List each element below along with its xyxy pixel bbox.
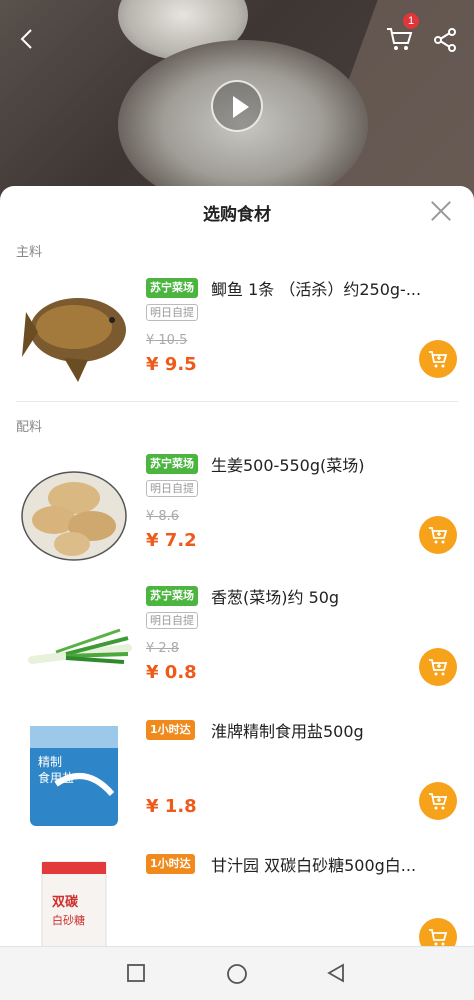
svg-text:白砂糖: 白砂糖: [52, 913, 85, 927]
pickup-badge: 明日自提: [146, 304, 198, 321]
cart-icon[interactable]: [385, 26, 413, 56]
add-to-cart-button[interactable]: [419, 782, 457, 820]
store-tag: 苏宁菜场: [146, 586, 198, 606]
add-to-cart-button[interactable]: [419, 648, 457, 686]
original-price: ¥ 2.8: [146, 641, 180, 656]
system-nav-bar: [0, 946, 474, 1000]
list-item[interactable]: 精制 食用盐 1小时达 淮牌精制食用盐500g ¥ 1.8: [0, 720, 474, 850]
list-item[interactable]: 苏宁菜场 生姜500-550g(菜场) 明日自提 ¥ 8.6 ¥ 7.2: [0, 454, 474, 584]
back-icon[interactable]: [326, 963, 346, 987]
cart-icon: [429, 929, 448, 946]
cart-icon: [429, 793, 448, 810]
sale-price: ¥ 7.2: [146, 530, 197, 551]
add-to-cart-button[interactable]: [419, 516, 457, 554]
ginger-image: [16, 458, 132, 574]
store-tag: 苏宁菜场: [146, 278, 198, 298]
sale-price: ¥ 1.8: [146, 796, 197, 817]
sale-price: ¥ 0.8: [146, 662, 197, 683]
carp-fish-image: [16, 282, 132, 398]
sugar-package-image: 双碳 白砂糖: [16, 858, 132, 946]
store-tag: 1小时达: [146, 854, 195, 874]
section-side-label: 配料: [16, 420, 43, 435]
share-icon[interactable]: [432, 27, 458, 57]
product-name: 淮牌精制食用盐500g: [211, 722, 364, 741]
divider: [16, 401, 458, 402]
cart-icon: [429, 527, 448, 544]
cart-icon: [429, 659, 448, 676]
product-name: 生姜500-550g(菜场): [211, 456, 365, 475]
scallion-image: [16, 590, 132, 706]
list-item[interactable]: 双碳 白砂糖 1小时达 甘汁园 双碳白砂糖500g白...: [0, 854, 474, 946]
store-tag: 1小时达: [146, 720, 195, 740]
pickup-badge: 明日自提: [146, 612, 198, 629]
product-name: 香葱(菜场)约 50g: [211, 588, 340, 607]
sheet-title: 选购食材: [203, 205, 271, 225]
svg-text:精制: 精制: [38, 755, 62, 769]
pickup-badge: 明日自提: [146, 480, 198, 497]
cart-icon: [429, 351, 448, 368]
store-tag: 苏宁菜场: [146, 454, 198, 474]
list-item[interactable]: 苏宁菜场 鲫鱼 1条 （活杀）约250g-... 明日自提 ¥ 10.5 ¥ 9…: [0, 278, 474, 408]
add-to-cart-button[interactable]: [419, 918, 457, 946]
close-icon[interactable]: [430, 200, 452, 222]
salt-package-image: 精制 食用盐: [16, 724, 132, 840]
svg-text:双碳: 双碳: [52, 894, 79, 910]
play-icon[interactable]: [211, 80, 263, 132]
cart-badge: 1: [403, 13, 419, 29]
product-name: 鲫鱼 1条 （活杀）约250g-...: [211, 280, 422, 299]
add-to-cart-button[interactable]: [419, 340, 457, 378]
original-price: ¥ 10.5: [146, 333, 188, 348]
recents-icon[interactable]: [126, 963, 146, 987]
home-icon[interactable]: [226, 963, 248, 989]
back-arrow-icon[interactable]: [18, 28, 36, 54]
sale-price: ¥ 9.5: [146, 354, 197, 375]
original-price: ¥ 8.6: [146, 509, 180, 524]
section-main-label: 主料: [16, 245, 43, 260]
product-name: 甘汁园 双碳白砂糖500g白...: [211, 856, 417, 875]
svg-text:食用盐: 食用盐: [38, 770, 74, 785]
list-item[interactable]: 苏宁菜场 香葱(菜场)约 50g 明日自提 ¥ 2.8 ¥ 0.8: [0, 586, 474, 716]
ingredient-sheet: 选购食材 主料 苏宁菜场 鲫鱼 1条 （活杀）约250g-... 明日自提 ¥ …: [0, 186, 474, 946]
